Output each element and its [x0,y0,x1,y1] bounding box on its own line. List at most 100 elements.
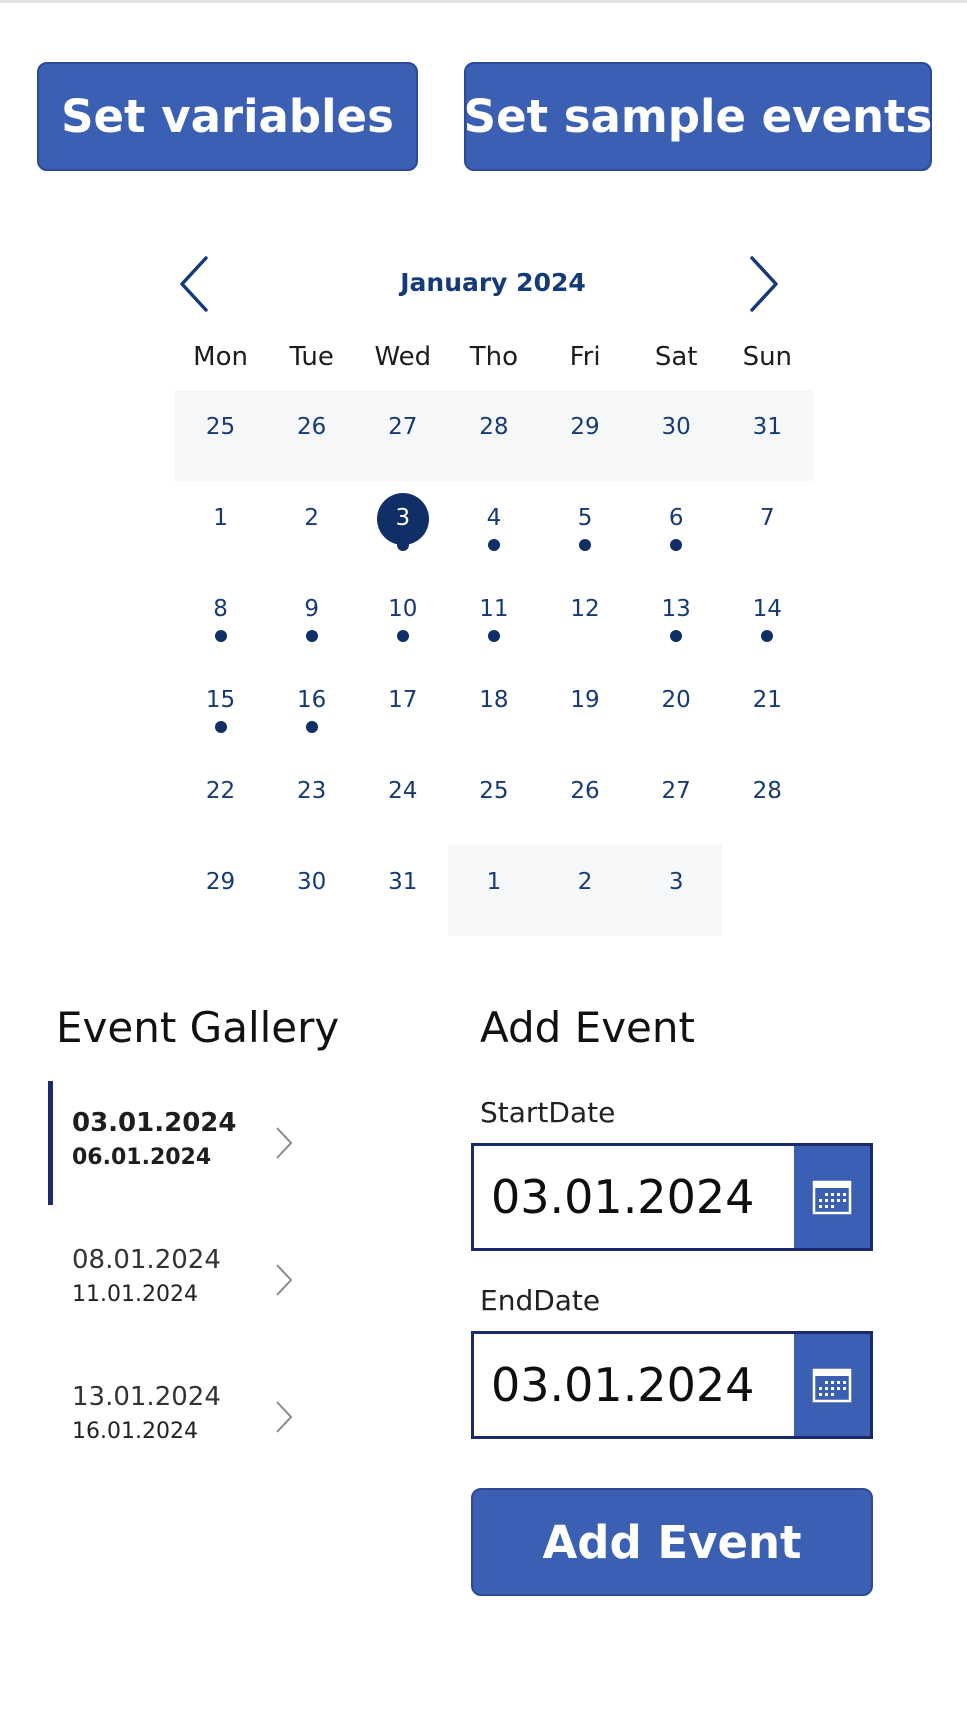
calendar-day-selected[interactable]: 3 [357,481,448,572]
calendar-day[interactable]: 26 [266,390,358,481]
calendar-day[interactable]: 15 [175,663,266,754]
calendar-day[interactable]: 27 [631,754,722,845]
event-start-date: 13.01.2024 [72,1382,221,1412]
calendar-day-number: 31 [752,414,782,440]
start-date-label: StartDate [480,1096,616,1129]
calendar-day-number: 7 [759,505,775,531]
calendar-month-label: January 2024 [400,268,586,297]
weekday-label: Sat [654,342,698,372]
calendar-day[interactable]: 9 [266,572,357,663]
weekday-label: Tho [469,342,519,372]
calendar-day-number: 31 [388,869,418,895]
event-indicator-dot [579,539,592,551]
chevron-left-icon [180,256,208,312]
end-date-value[interactable]: 03.01.2024 [474,1334,794,1436]
calendar-day-number: 2 [304,505,319,531]
calendar-day-number: 27 [661,778,691,804]
weekday-label: Wed [374,342,432,372]
set-sample-events-button[interactable]: Set sample events [464,62,932,171]
calendar-day[interactable]: 25 [175,390,267,481]
calendar-day[interactable]: 7 [722,481,813,572]
add-event-button[interactable]: Add Event [471,1488,873,1596]
calendar-day-number: 17 [388,687,418,713]
calendar-day-number: 3 [668,869,684,895]
start-date-picker[interactable]: 03.01.2024 [471,1143,873,1251]
event-gallery-item[interactable]: 08.01.2024 11.01.2024 [48,1218,308,1342]
calendar-day[interactable]: 11 [448,572,539,663]
previous-month-button[interactable] [174,252,224,316]
event-end-date: 06.01.2024 [72,1145,212,1170]
start-date-value[interactable]: 03.01.2024 [474,1146,794,1248]
chevron-right-icon [750,256,778,312]
calendar-day[interactable]: 27 [357,390,449,481]
calendar-day-number: 25 [479,778,509,804]
weekday-label: Fri [569,342,601,372]
calendar-day[interactable]: 1 [448,845,540,936]
calendar-day[interactable]: 20 [631,663,722,754]
calendar-day[interactable]: 26 [540,754,631,845]
calendar-day[interactable]: 1 [175,481,266,572]
calendar-day-number: 12 [570,596,600,622]
event-indicator-dot [670,539,683,551]
calendar-day-number: 3 [395,505,411,531]
event-indicator-dot [761,630,774,642]
calendar-day[interactable]: 28 [448,390,540,481]
calendar-day[interactable]: 22 [175,754,266,845]
next-month-button[interactable] [740,252,790,316]
end-date-calendar-button[interactable] [794,1334,870,1436]
calendar-day[interactable]: 5 [540,481,631,572]
calendar-day[interactable]: 23 [266,754,357,845]
calendar-day[interactable]: 28 [722,754,813,845]
event-indicator-dot [670,630,683,642]
calendar-day-number: 18 [479,687,509,713]
event-gallery-item[interactable]: 13.01.2024 16.01.2024 [48,1355,308,1479]
app-screen: Set variables Set sample events January … [0,0,967,1725]
calendar-day[interactable]: 4 [448,481,539,572]
calendar-day[interactable]: 18 [448,663,539,754]
calendar-day-number: 22 [205,778,236,804]
start-date-calendar-button[interactable] [794,1146,870,1248]
calendar-day-number: 10 [388,596,418,622]
set-variables-button[interactable]: Set variables [37,62,418,171]
calendar-day[interactable]: 17 [357,663,448,754]
calendar-day[interactable]: 24 [357,754,448,845]
calendar-day[interactable]: 3 [630,845,722,936]
calendar-day[interactable]: 16 [266,663,357,754]
calendar-day[interactable]: 30 [630,390,722,481]
calendar-day[interactable]: 14 [722,572,813,663]
calendar-day[interactable]: 6 [631,481,722,572]
calendar-empty-cell [722,845,813,936]
calendar-day[interactable]: 12 [540,572,631,663]
event-indicator-dot [305,630,318,642]
calendar-day[interactable]: 8 [175,572,266,663]
calendar-day-number: 25 [205,414,236,440]
end-date-picker[interactable]: 03.01.2024 [471,1331,873,1439]
calendar-day[interactable]: 29 [539,390,631,481]
calendar-day[interactable]: 2 [539,845,631,936]
add-event-title: Add Event [480,1003,695,1052]
calendar-day-number: 20 [661,687,691,713]
event-end-date: 16.01.2024 [72,1419,198,1444]
calendar-day-number: 4 [486,505,502,531]
calendar-day-number: 1 [213,505,228,531]
event-indicator-dot [487,630,500,642]
calendar-day[interactable]: 25 [448,754,539,845]
calendar-day[interactable]: 29 [175,845,266,936]
calendar-day-number: 8 [213,596,228,622]
event-gallery-item[interactable]: 03.01.2024 06.01.2024 [48,1081,308,1205]
calendar-day-number: 19 [570,687,600,713]
selected-item-indicator [48,1081,53,1205]
calendar-day-number: 14 [752,596,782,622]
calendar-day[interactable]: 19 [540,663,631,754]
calendar-day[interactable]: 2 [266,481,357,572]
calendar-icon [812,1180,852,1215]
calendar-day[interactable]: 30 [266,845,357,936]
calendar-day[interactable]: 13 [631,572,722,663]
event-indicator-dot [305,721,318,733]
calendar-day[interactable]: 31 [357,845,448,936]
calendar-day[interactable]: 31 [721,390,813,481]
calendar-day[interactable]: 21 [722,663,813,754]
event-indicator-dot [396,539,409,551]
calendar-day[interactable]: 10 [357,572,448,663]
event-indicator-dot [214,630,227,642]
